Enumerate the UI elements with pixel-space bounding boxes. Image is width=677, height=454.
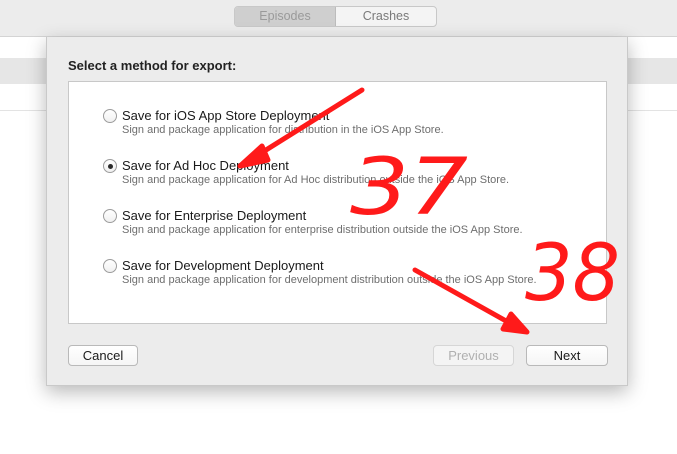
radio-ad-hoc[interactable]	[103, 159, 117, 173]
sheet-title: Select a method for export:	[68, 58, 237, 73]
option-description: Sign and package application for develop…	[122, 274, 537, 286]
export-sheet: Select a method for export: Save for iOS…	[46, 37, 628, 386]
cancel-button[interactable]: Cancel	[68, 345, 138, 366]
option-label: Save for Development Deployment	[122, 258, 324, 273]
previous-button[interactable]: Previous	[433, 345, 514, 366]
segment-episodes[interactable]: Episodes	[235, 7, 336, 26]
option-description: Sign and package application for Ad Hoc …	[122, 174, 510, 186]
radio-development[interactable]	[103, 259, 117, 273]
radio-app-store[interactable]	[103, 109, 117, 123]
view-segmented-control[interactable]: Episodes Crashes	[234, 6, 437, 27]
segment-crashes[interactable]: Crashes	[336, 7, 436, 26]
option-label: Save for Enterprise Deployment	[122, 208, 307, 223]
next-button[interactable]: Next	[526, 345, 608, 366]
option-description: Sign and package application for enterpr…	[122, 224, 523, 236]
option-label: Save for Ad Hoc Deployment	[122, 158, 289, 173]
export-options-panel: Save for iOS App Store Deployment Sign a…	[68, 81, 607, 324]
window-toolbar: Episodes Crashes	[0, 0, 677, 37]
option-label: Save for iOS App Store Deployment	[122, 108, 330, 123]
radio-enterprise[interactable]	[103, 209, 117, 223]
option-description: Sign and package application for distrib…	[122, 124, 444, 136]
